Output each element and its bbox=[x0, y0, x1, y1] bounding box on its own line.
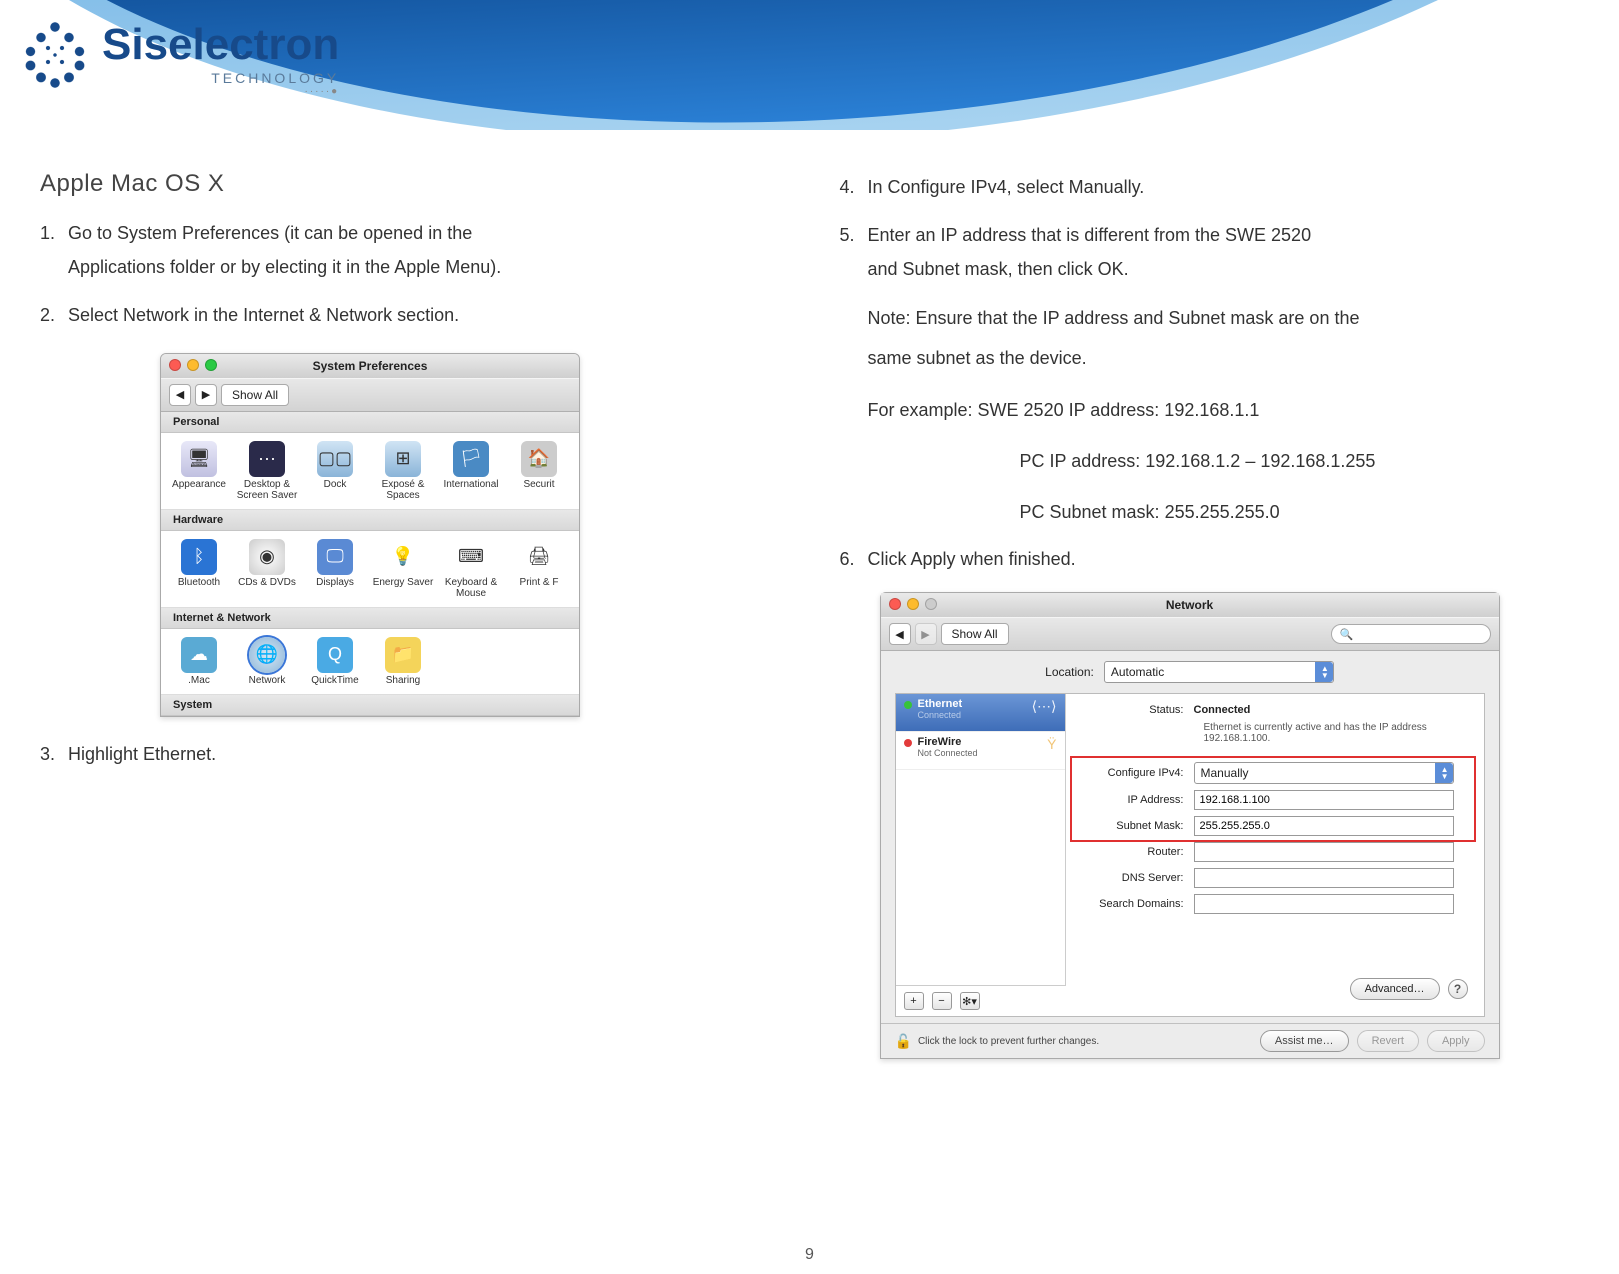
page-number: 9 bbox=[805, 1246, 814, 1264]
ip-address-input[interactable] bbox=[1194, 790, 1454, 810]
show-all-button[interactable]: Show All bbox=[941, 623, 1009, 645]
ethernet-icon: ⟨⋯⟩ bbox=[1032, 698, 1057, 715]
example-line-3: PC Subnet mask: 255.255.255.0 bbox=[840, 496, 1580, 528]
configure-ipv4-select[interactable]: Manually ▲▼ bbox=[1194, 762, 1454, 784]
pref-energy[interactable]: 💡Energy Saver bbox=[369, 539, 437, 599]
network-window: Network ◀ ▶ Show All 🔍 Location: Automat… bbox=[880, 592, 1500, 1059]
ip-address-label: IP Address: bbox=[1074, 794, 1194, 806]
step-3: Highlight Ethernet. bbox=[40, 737, 780, 771]
brand-subtitle: TECHNOLOGY bbox=[102, 70, 339, 86]
configure-ipv4-label: Configure IPv4: bbox=[1074, 767, 1194, 779]
back-button[interactable]: ◀ bbox=[169, 384, 191, 406]
assist-me-button[interactable]: Assist me… bbox=[1260, 1030, 1349, 1052]
pref-quicktime[interactable]: QQuickTime bbox=[301, 637, 369, 686]
step-6: Click Apply when finished. bbox=[840, 542, 1580, 576]
apply-button[interactable]: Apply bbox=[1427, 1030, 1485, 1052]
pref-dotmac[interactable]: ☁.Mac bbox=[165, 637, 233, 686]
close-icon[interactable] bbox=[169, 359, 181, 371]
location-select[interactable]: Automatic ▲▼ bbox=[1104, 661, 1334, 683]
window-title: System Preferences bbox=[313, 359, 428, 373]
show-all-button[interactable]: Show All bbox=[221, 384, 289, 406]
service-ethernet[interactable]: Ethernet Connected ⟨⋯⟩ bbox=[896, 694, 1065, 732]
forward-button[interactable]: ▶ bbox=[195, 384, 217, 406]
window-titlebar: System Preferences bbox=[161, 354, 579, 378]
pref-appearance[interactable]: 🖥Appearance bbox=[165, 441, 233, 501]
subnet-mask-input[interactable] bbox=[1194, 816, 1454, 836]
service-firewire[interactable]: FireWire Not Connected Ÿ bbox=[896, 732, 1065, 770]
note-line-1: Note: Ensure that the IP address and Sub… bbox=[840, 301, 1580, 335]
status-dot-icon bbox=[904, 701, 912, 709]
zoom-icon[interactable] bbox=[205, 359, 217, 371]
pref-print[interactable]: 🖨Print & F bbox=[505, 539, 573, 599]
search-domains-label: Search Domains: bbox=[1074, 898, 1194, 910]
section-internet: Internet & Network bbox=[161, 608, 579, 629]
dns-server-label: DNS Server: bbox=[1074, 872, 1194, 884]
network-title: Network bbox=[1166, 598, 1213, 612]
brand-tagline: ·····● bbox=[102, 86, 339, 97]
firewire-icon: Ÿ bbox=[1047, 736, 1056, 752]
brand-name: Siselectron bbox=[102, 20, 339, 70]
add-service-button[interactable]: + bbox=[904, 992, 924, 1010]
section-title-macosx: Apple Mac OS X bbox=[40, 170, 780, 198]
step-5: Enter an IP address that is different fr… bbox=[840, 218, 1580, 286]
step-4: In Configure IPv4, select Manually. bbox=[840, 170, 1580, 204]
status-description: Ethernet is currently active and has the… bbox=[1204, 722, 1444, 744]
system-preferences-window: System Preferences ◀ ▶ Show All Personal… bbox=[160, 353, 580, 717]
pref-international[interactable]: 🏳International bbox=[437, 441, 505, 501]
status-dot-icon bbox=[904, 739, 912, 747]
dns-server-input[interactable] bbox=[1194, 868, 1454, 888]
section-personal: Personal bbox=[161, 412, 579, 433]
step-1: Go to System Preferences (it can be open… bbox=[40, 216, 780, 284]
remove-service-button[interactable]: − bbox=[932, 992, 952, 1010]
advanced-button[interactable]: Advanced… bbox=[1350, 978, 1440, 1000]
lock-text: Click the lock to prevent further change… bbox=[918, 1036, 1099, 1047]
search-domains-input[interactable] bbox=[1194, 894, 1454, 914]
lock-icon[interactable]: 🔓 bbox=[895, 1033, 912, 1050]
router-input[interactable] bbox=[1194, 842, 1454, 862]
example-line-1: For example: SWE 2520 IP address: 192.16… bbox=[840, 393, 1580, 427]
location-label: Location: bbox=[1045, 665, 1094, 679]
pref-desktop[interactable]: ···Desktop & Screen Saver bbox=[233, 441, 301, 501]
network-titlebar: Network bbox=[881, 593, 1499, 617]
revert-button[interactable]: Revert bbox=[1357, 1030, 1419, 1052]
pref-keyboard[interactable]: ⌨Keyboard & Mouse bbox=[437, 539, 505, 599]
close-icon[interactable] bbox=[889, 598, 901, 610]
forward-button[interactable]: ▶ bbox=[915, 623, 937, 645]
help-button[interactable]: ? bbox=[1448, 979, 1468, 999]
pref-security[interactable]: 🏠Securit bbox=[505, 441, 573, 501]
search-icon: 🔍 bbox=[1340, 628, 1354, 641]
router-label: Router: bbox=[1074, 846, 1194, 858]
back-button[interactable]: ◀ bbox=[889, 623, 911, 645]
note-line-2: same subnet as the device. bbox=[840, 341, 1580, 375]
status-label: Status: bbox=[1074, 704, 1194, 716]
minimize-icon[interactable] bbox=[907, 598, 919, 610]
service-actions-button[interactable]: ✻▾ bbox=[960, 992, 980, 1010]
status-value: Connected bbox=[1194, 704, 1251, 716]
pref-expose[interactable]: ⊞Exposé & Spaces bbox=[369, 441, 437, 501]
pref-network[interactable]: 🌐Network bbox=[233, 637, 301, 686]
search-input[interactable]: 🔍 bbox=[1331, 624, 1491, 644]
pref-displays[interactable]: 🖵Displays bbox=[301, 539, 369, 599]
section-system: System bbox=[161, 695, 579, 716]
pref-bluetooth[interactable]: ᛒBluetooth bbox=[165, 539, 233, 599]
minimize-icon[interactable] bbox=[187, 359, 199, 371]
brand-logo: Siselectron TECHNOLOGY ·····● bbox=[20, 20, 339, 97]
logo-icon bbox=[20, 20, 90, 90]
section-hardware: Hardware bbox=[161, 510, 579, 531]
step-2: Select Network in the Internet & Network… bbox=[40, 298, 780, 332]
example-line-2: PC IP address: 192.168.1.2 – 192.168.1.2… bbox=[840, 445, 1580, 477]
zoom-icon[interactable] bbox=[925, 598, 937, 610]
subnet-mask-label: Subnet Mask: bbox=[1074, 820, 1194, 832]
pref-cds[interactable]: ◉CDs & DVDs bbox=[233, 539, 301, 599]
pref-dock[interactable]: ▢▢Dock bbox=[301, 441, 369, 501]
pref-sharing[interactable]: 📁Sharing bbox=[369, 637, 437, 686]
